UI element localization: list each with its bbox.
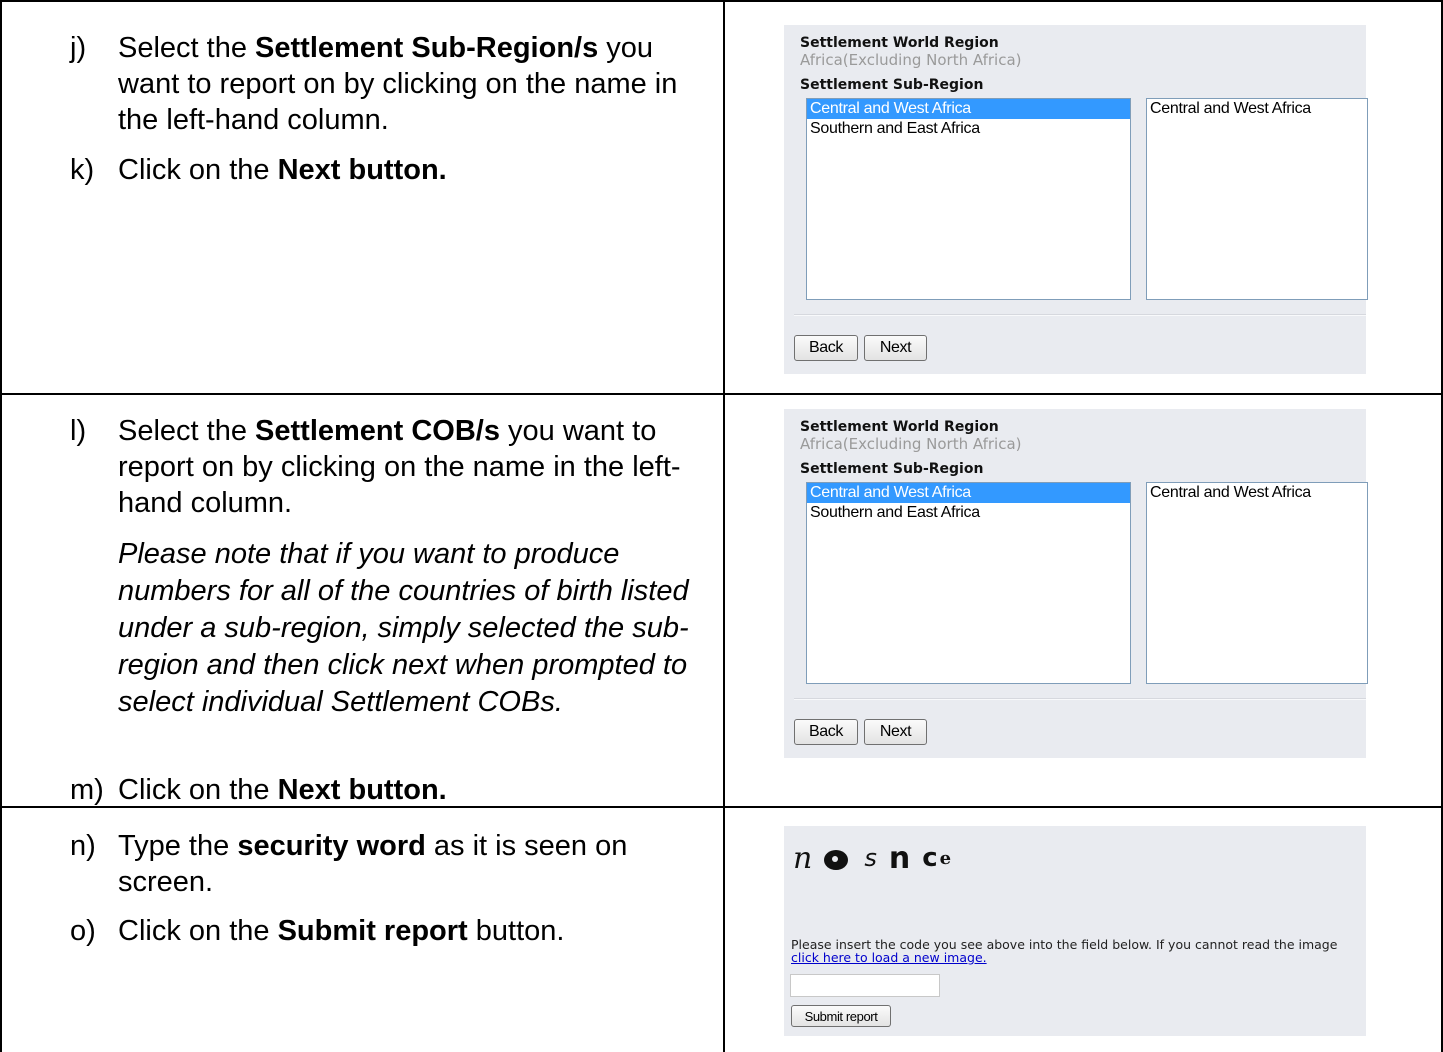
captcha-char: e	[939, 847, 952, 869]
captcha-char: n	[888, 840, 911, 876]
submit-report-button[interactable]: Submit report	[791, 1005, 891, 1027]
list-item[interactable]: Central and West Africa	[807, 483, 1130, 503]
step-text: Click on the Next button.	[118, 774, 447, 806]
step-l: l) Select the Settlement COB/s you want …	[70, 413, 710, 523]
reload-captcha-link[interactable]: click here to load a new image.	[791, 950, 987, 965]
step-m: m) Click on the Next button.	[70, 772, 710, 808]
list-item[interactable]: Southern and East Africa	[807, 503, 1130, 523]
captcha-char: n	[793, 840, 813, 876]
available-sub-regions-list[interactable]: Central and West Africa Southern and Eas…	[806, 98, 1131, 300]
sub-region-panel-1: Settlement World Region Africa(Excluding…	[784, 25, 1368, 374]
list-item[interactable]: Central and West Africa	[1147, 483, 1367, 503]
divider	[794, 314, 1366, 316]
cob-note: Please note that if you want to produce …	[118, 538, 689, 718]
selected-sub-regions-list[interactable]: Central and West Africa	[1146, 98, 1368, 300]
step-n: n) Type the security word as it is seen …	[70, 828, 710, 902]
step-label: m)	[70, 774, 104, 806]
captcha-char: s	[864, 844, 877, 872]
list-item[interactable]: Southern and East Africa	[807, 119, 1130, 139]
step-text: Type the security word as it is seen on …	[118, 830, 628, 898]
table-border-left	[0, 0, 2, 1052]
sub-region-label: Settlement Sub-Region	[800, 77, 984, 93]
back-button[interactable]: Back	[794, 719, 858, 745]
step-text: Click on the Next button.	[118, 154, 447, 186]
captcha-char	[824, 850, 849, 870]
back-button[interactable]: Back	[794, 335, 858, 361]
next-button[interactable]: Next	[864, 719, 927, 745]
captcha-instructions: Please insert the code you see above int…	[791, 937, 1338, 965]
step-label: k)	[70, 154, 95, 186]
table-border-mid	[723, 0, 725, 1052]
step-o: o) Click on the Submit report button.	[70, 913, 710, 953]
list-item[interactable]: Central and West Africa	[1147, 99, 1367, 119]
world-region-label: Settlement World Region	[800, 35, 999, 51]
table-border-top	[0, 0, 1443, 2]
step-k: k) Click on the Next button.	[70, 152, 710, 192]
world-region-value: Africa(Excluding North Africa)	[800, 51, 1022, 69]
captcha-char: c	[922, 843, 938, 873]
sub-region-panel-2: Settlement World Region Africa(Excluding…	[784, 409, 1368, 758]
step-label: l)	[70, 415, 87, 447]
world-region-label: Settlement World Region	[800, 419, 999, 435]
table-divider-1	[0, 393, 1443, 395]
sub-region-label: Settlement Sub-Region	[800, 461, 984, 477]
next-button[interactable]: Next	[864, 335, 927, 361]
selected-sub-regions-list[interactable]: Central and West Africa	[1146, 482, 1368, 684]
step-text: Select the Settlement Sub-Region/s you w…	[118, 32, 678, 136]
world-region-value: Africa(Excluding North Africa)	[800, 435, 1022, 453]
available-sub-regions-list[interactable]: Central and West Africa Southern and Eas…	[806, 482, 1131, 684]
step-text: Click on the Submit report button.	[118, 915, 565, 947]
security-code-input[interactable]	[790, 974, 940, 997]
step-label: j)	[70, 32, 87, 64]
step-j: j) Select the Settlement Sub-Region/s yo…	[70, 30, 710, 140]
captcha-image: n s n c e	[793, 836, 963, 880]
step-label: o)	[70, 915, 96, 947]
step-label: n)	[70, 830, 96, 862]
step-text: Select the Settlement COB/s you want to …	[118, 415, 681, 519]
divider	[794, 698, 1366, 700]
list-item[interactable]: Central and West Africa	[807, 99, 1130, 119]
